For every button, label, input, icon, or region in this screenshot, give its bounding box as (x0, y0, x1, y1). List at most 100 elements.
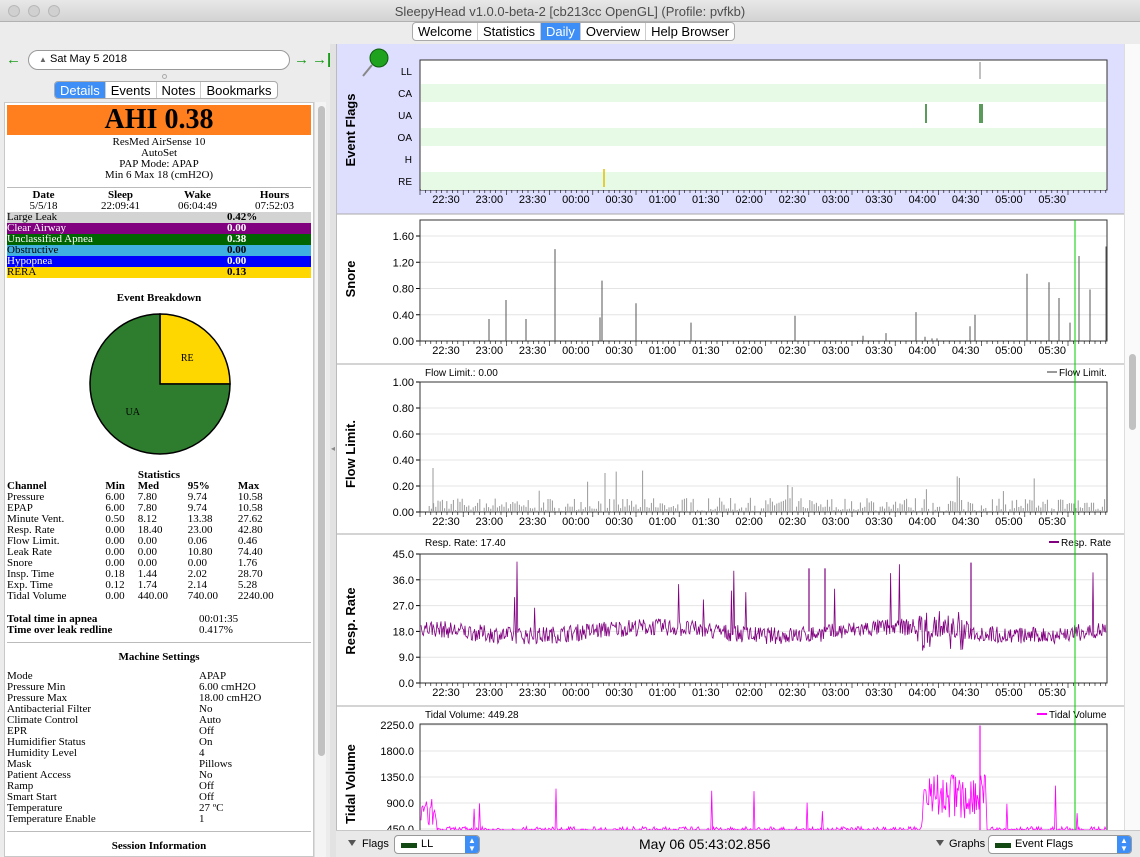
tab-events[interactable]: Events (106, 82, 157, 98)
tab-help-browser[interactable]: Help Browser (646, 23, 734, 40)
time-tick-label: 01:00 (649, 345, 677, 357)
tab-daily[interactable]: Daily (540, 23, 581, 40)
setting-value: Pillows (199, 758, 233, 770)
time-tick-label: 03:00 (822, 345, 850, 357)
time-tick-label: 01:30 (692, 687, 720, 699)
event-index-list: Large Leak 0.42% Clear Airway 0.00 Unclassif… (5, 212, 313, 278)
wake-value: 06:04:49 (177, 200, 218, 212)
flow-readout: Flow Limit.: 0.00 (425, 368, 498, 379)
setting-label: Climate Control (7, 714, 79, 726)
time-tick-label: 00:00 (562, 687, 590, 699)
time-tick-label: 05:30 (1038, 516, 1066, 528)
flag-band (421, 128, 1106, 146)
snore-tick-label: 0.40 (393, 310, 414, 322)
tab-statistics[interactable]: Statistics (478, 23, 541, 40)
time-tick-label: 23:00 (476, 194, 504, 206)
graph-scrollbar[interactable] (1124, 44, 1140, 830)
divider (7, 831, 311, 832)
event-row: RERA 0.13 (7, 267, 311, 278)
time-tick-label: 01:30 (692, 516, 720, 528)
tab-overview[interactable]: Overview (581, 23, 647, 40)
time-tick-label: 03:00 (822, 687, 850, 699)
table-cell: 2240.00 (237, 590, 274, 602)
tab-notes[interactable]: Notes (157, 82, 202, 98)
dropdown-triangle-icon (348, 840, 356, 846)
time-tick-label: 00:00 (562, 345, 590, 357)
pushpin-head (369, 48, 389, 68)
time-tick-label: 02:30 (779, 345, 807, 357)
time-tick-label: 03:30 (865, 516, 893, 528)
time-tick-label: 04:30 (952, 687, 980, 699)
previous-day-arrow-icon[interactable]: ← (6, 51, 21, 68)
time-tick-label: 23:00 (476, 687, 504, 699)
snore-tick-label: 1.20 (393, 257, 414, 269)
leak-redline-row: Time over leak redline 0.417% (7, 625, 313, 636)
pie-slice (159, 313, 231, 385)
setting-row: Temperature Enable 1 (7, 814, 313, 825)
tidal-tick-label: 2250.0 (380, 720, 414, 732)
splitter-handle[interactable] (162, 74, 167, 79)
flow-tick-label: 1.00 (393, 377, 414, 389)
event-row: Obstructive 0.00 (7, 245, 311, 256)
graphs-select[interactable]: Event Flags ▲ ▼ (988, 835, 1132, 854)
time-tick-label: 04:00 (909, 194, 937, 206)
time-tick-label: 03:00 (822, 194, 850, 206)
next-day-arrow-icon[interactable]: → (294, 51, 309, 68)
tidal-tick-label: 1800.0 (380, 746, 414, 758)
time-tick-label: 22:30 (432, 194, 460, 206)
flags-value: LL (421, 838, 434, 850)
resp-plot (419, 553, 1108, 684)
flow-tick-label: 0.40 (393, 455, 414, 467)
flag-row-label: OA (398, 133, 413, 144)
resp-tick-label: 36.0 (393, 575, 414, 587)
date-picker[interactable]: ▲ Sat May 5 2018 (28, 50, 290, 70)
graph-canvas[interactable]: LL CA UA OA H RE Event Flags 22:30 23:00 23:30 00:… (337, 44, 1125, 830)
flag-row-label: UA (398, 111, 412, 122)
time-tick-label: 02:30 (779, 194, 807, 206)
flow-tick-label: 0.60 (393, 429, 414, 441)
tab-details[interactable]: Details (55, 82, 106, 98)
snore-tick-label: 0.00 (393, 336, 414, 348)
time-tick-label: 04:30 (952, 345, 980, 357)
flags-select[interactable]: LL ▲ ▼ (394, 835, 480, 854)
date-value: Sat May 5 2018 (49, 53, 128, 65)
flow-tick-label: 0.00 (393, 507, 414, 519)
time-tick-label: 04:30 (952, 194, 980, 206)
scrollbar-thumb[interactable] (1129, 354, 1136, 430)
leak-redline-value: 0.417% (199, 624, 233, 636)
event-row: Hypopnea 0.00 (7, 256, 311, 267)
time-tick-label: 03:30 (865, 194, 893, 206)
snore-tick-label: 0.80 (393, 284, 414, 296)
time-tick-label: 05:30 (1038, 194, 1066, 206)
time-tick-label: 04:00 (909, 516, 937, 528)
resp-tick-label: 45.0 (393, 549, 414, 561)
time-tick-label: 02:00 (735, 345, 763, 357)
event-flags-ylabel: Event Flags (343, 94, 358, 167)
setting-row: Humidity Level 4 (7, 748, 313, 759)
pie-label: UA (126, 407, 141, 418)
time-tick-label: 00:30 (605, 687, 633, 699)
details-scrollbar[interactable] (314, 102, 326, 857)
color-swatch (401, 843, 417, 848)
graphs-value: Event Flags (1015, 838, 1074, 850)
table-cell: Tidal Volume (7, 590, 67, 602)
resp-legend: Resp. Rate (1061, 538, 1111, 549)
dropdown-triangle-icon (936, 840, 944, 846)
setting-label: Patient Access (7, 769, 71, 781)
machine-settings-list: Mode APAP Pressure Min 6.00 cmH2O Pressure M… (5, 671, 313, 825)
time-tick-label: 05:30 (1038, 687, 1066, 699)
chevron-updown-icon: ▲ ▼ (465, 836, 479, 853)
time-tick-label: 22:30 (432, 687, 460, 699)
tab-bookmarks[interactable]: Bookmarks (201, 82, 276, 98)
last-day-arrow-icon[interactable]: →| (312, 51, 331, 68)
flags-label: Flags (362, 838, 389, 850)
time-tick-label: 02:00 (735, 516, 763, 528)
divider (7, 187, 311, 188)
time-tick-label: 23:00 (476, 516, 504, 528)
scrollbar-thumb[interactable] (318, 106, 325, 756)
resp-tick-label: 9.0 (399, 652, 414, 664)
time-tick-label: 05:00 (995, 345, 1023, 357)
time-tick-label: 00:30 (605, 345, 633, 357)
tab-welcome[interactable]: Welcome (413, 23, 478, 40)
details-panel: AHI 0.38 ResMed AirSense 10 AutoSet PAP … (4, 102, 314, 857)
